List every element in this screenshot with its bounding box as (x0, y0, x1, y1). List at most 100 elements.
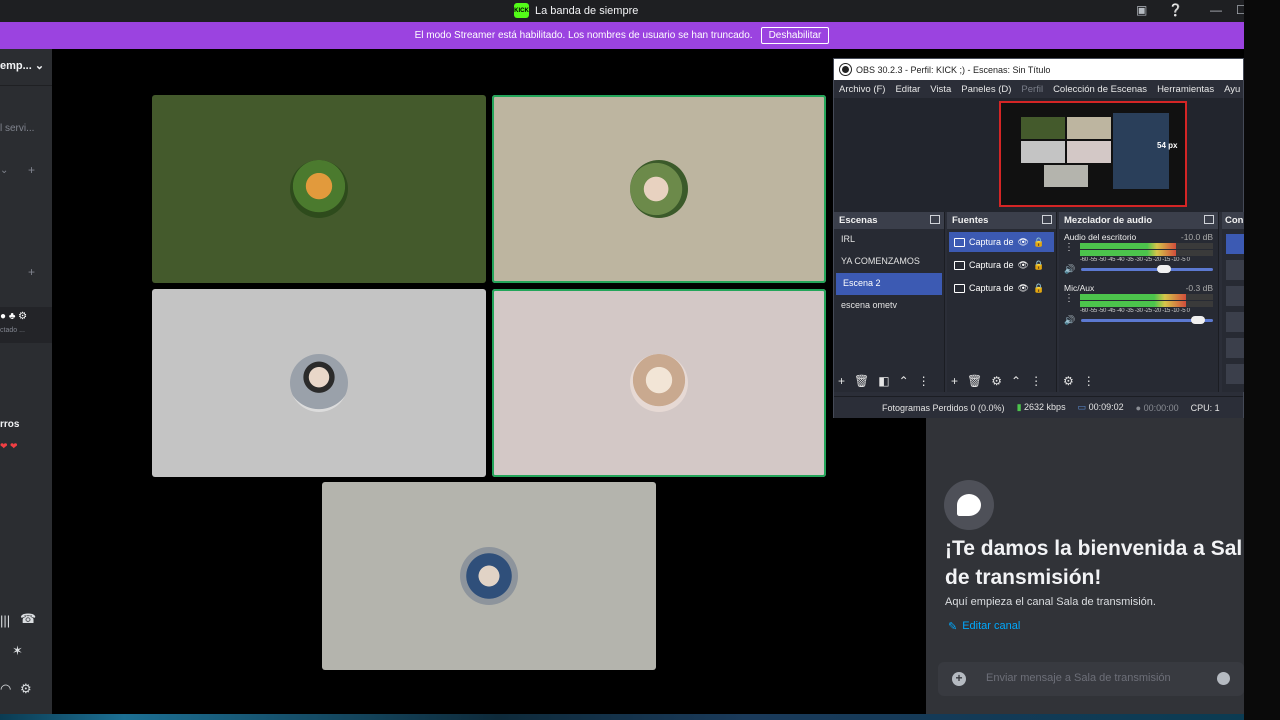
add-icon[interactable]: + (951, 374, 958, 388)
meter-scale: -60 -55 -50 -45 -40 -35 -30 -25 -20 -15 … (1080, 308, 1190, 314)
more-icon[interactable]: ⋮ (918, 374, 930, 388)
start-stream-button[interactable] (1226, 234, 1245, 254)
scene-item[interactable]: YA COMENZAMOS (834, 251, 944, 273)
filter-icon[interactable]: ◧ (878, 374, 889, 388)
source-item[interactable]: Captura de 👁 🔒 (949, 232, 1054, 252)
more-icon[interactable]: ⋮ (1064, 242, 1074, 253)
speaker-icon[interactable]: 🔊 (1064, 315, 1075, 326)
control-button[interactable] (1226, 364, 1245, 384)
video-tile[interactable] (152, 95, 486, 283)
eye-icon[interactable]: 👁 (1018, 237, 1029, 248)
mixer-settings-icon[interactable]: ⚙ (1063, 374, 1074, 388)
volume-slider[interactable] (1081, 316, 1213, 324)
add-channel-icon[interactable]: + (28, 265, 35, 279)
mixer-dock-header: Mezclador de audio (1059, 212, 1218, 229)
control-button[interactable] (1226, 312, 1245, 332)
headphones-icon[interactable]: ◠ (0, 681, 11, 697)
menu-item-vista[interactable]: Vista (930, 84, 951, 95)
add-icon[interactable]: + (838, 374, 845, 388)
attach-plus-icon[interactable]: + (952, 672, 966, 686)
volume-slider[interactable] (1081, 265, 1213, 273)
scene-item-selected[interactable]: Escena 2 (836, 273, 942, 295)
minimize-icon[interactable]: — (1210, 3, 1222, 17)
obs-menu-bar: Archivo (F) Editar Vista Paneles (D) Per… (834, 80, 1243, 98)
menu-item-coleccion[interactable]: Colección de Escenas (1053, 84, 1147, 95)
video-tile[interactable] (492, 95, 826, 283)
scenes-toolbar: + 🗑 ◧ ⌃ ⋮ (838, 374, 930, 388)
gear-icon[interactable]: ⚙ (991, 374, 1002, 388)
window-title-group: KICK La banda de siempre (514, 3, 638, 18)
eye-icon[interactable]: 👁 (1018, 283, 1029, 294)
obs-title: OBS 30.2.3 - Perfil: KICK ;) - Escenas: … (856, 64, 1051, 75)
scene-item[interactable]: IRL (834, 229, 944, 251)
more-icon[interactable]: ⋮ (1030, 374, 1042, 388)
control-button[interactable] (1226, 286, 1245, 306)
disable-streamer-button[interactable]: Deshabilitar (760, 27, 830, 44)
menu-item-perfil[interactable]: Perfil (1021, 84, 1043, 95)
controls-dock: Con (1222, 212, 1245, 392)
more-icon[interactable]: ⋮ (1064, 293, 1074, 304)
menu-item-ayuda[interactable]: Ayu (1224, 84, 1240, 95)
edit-channel-link[interactable]: ✎ Editar canal (948, 620, 1020, 633)
popout-icon[interactable] (1042, 215, 1052, 224)
trash-icon[interactable]: 🗑 (854, 374, 869, 388)
chat-panel: ¡Te damos la bienvenida a Sal de transmi… (926, 418, 1244, 720)
menu-item-herramientas[interactable]: Herramientas (1157, 84, 1214, 95)
preview-source-bounds[interactable]: 54 px (999, 101, 1187, 207)
level-meter (1080, 243, 1213, 249)
server-name[interactable]: emp... ⌄ (0, 59, 44, 72)
trash-icon[interactable]: 🗑 (967, 374, 982, 388)
voice-user-box[interactable]: ● ♣ ⚙ ctado ... (0, 307, 52, 343)
mixer-channel: Audio del escritorio -10.0 dB ⋮ -60 -55 … (1059, 229, 1218, 275)
video-tile[interactable] (152, 289, 486, 477)
control-button[interactable] (1226, 260, 1245, 280)
scene-item[interactable]: escena ometv (834, 295, 944, 317)
source-item[interactable]: Captura de 👁 🔒 (949, 278, 1054, 298)
mixer-channel-db: -0.3 dB (1185, 283, 1213, 293)
video-tile[interactable] (322, 482, 656, 670)
message-input[interactable]: + Enviar mensaje a Sala de transmisión (938, 662, 1244, 696)
obs-window[interactable]: OBS 30.2.3 - Perfil: KICK ;) - Escenas: … (833, 58, 1245, 418)
video-tile[interactable] (492, 289, 826, 477)
stream-time: ▭ 00:09:02 (1077, 402, 1124, 412)
source-item[interactable]: Captura de 👁 🔒 (949, 255, 1054, 275)
menu-item-editar[interactable]: Editar (895, 84, 920, 95)
channel-sidebar: emp... ⌄ l servi... + ⌄ + ● ♣ ⚙ ctado ..… (0, 49, 52, 720)
up-icon[interactable]: ⌃ (1011, 374, 1021, 388)
screen-share-icon[interactable]: ▣ (1136, 3, 1147, 17)
control-button[interactable] (1226, 338, 1245, 358)
obs-title-bar: OBS 30.2.3 - Perfil: KICK ;) - Escenas: … (834, 59, 1243, 80)
settings-gear-icon[interactable]: ⚙ (20, 681, 32, 697)
window-icon (954, 283, 965, 293)
more-icon[interactable]: ⋮ (1083, 374, 1095, 388)
lock-icon[interactable]: 🔒 (1033, 260, 1044, 271)
activity-icon[interactable]: ✶ (12, 643, 23, 659)
user-status: ctado ... (0, 327, 25, 334)
scenes-dock: Escenas IRL YA COMENZAMOS Escena 2 escen… (834, 212, 945, 392)
channel-item[interactable]: l servi... (0, 123, 34, 134)
signal-icon: ▮ (1016, 402, 1022, 412)
help-icon[interactable]: ❔ (1168, 3, 1183, 17)
section-label: rros (0, 419, 20, 430)
mixer-channel: Mic/Aux -0.3 dB ⋮ -60 -55 -50 -45 -40 -3… (1059, 275, 1218, 326)
preview-thumb (1113, 113, 1169, 189)
popout-icon[interactable] (1204, 215, 1214, 224)
soundboard-icon[interactable]: ||| (0, 613, 10, 628)
mixer-channel-db: -10.0 dB (1180, 232, 1213, 242)
menu-item-archivo[interactable]: Archivo (F) (839, 84, 885, 95)
disconnect-icon[interactable]: ☎ (20, 611, 36, 627)
eye-icon[interactable]: 👁 (1018, 260, 1029, 271)
up-icon[interactable]: ⌃ (899, 374, 909, 388)
speaker-icon[interactable]: 🔊 (1064, 264, 1075, 275)
obs-preview[interactable]: 54 px (834, 98, 1243, 212)
chevron-icon[interactable]: ⌄ (0, 165, 8, 176)
preview-thumb (1021, 117, 1065, 139)
lock-icon[interactable]: 🔒 (1033, 283, 1044, 294)
popout-icon[interactable] (930, 215, 940, 224)
menu-item-paneles[interactable]: Paneles (D) (961, 84, 1011, 95)
mixer-channel-name: Mic/Aux (1064, 283, 1095, 293)
add-channel-icon[interactable]: + (28, 163, 35, 177)
stream-icon: ▭ (1077, 402, 1087, 412)
emoji-icon[interactable] (1217, 672, 1230, 685)
lock-icon[interactable]: 🔒 (1033, 237, 1044, 248)
